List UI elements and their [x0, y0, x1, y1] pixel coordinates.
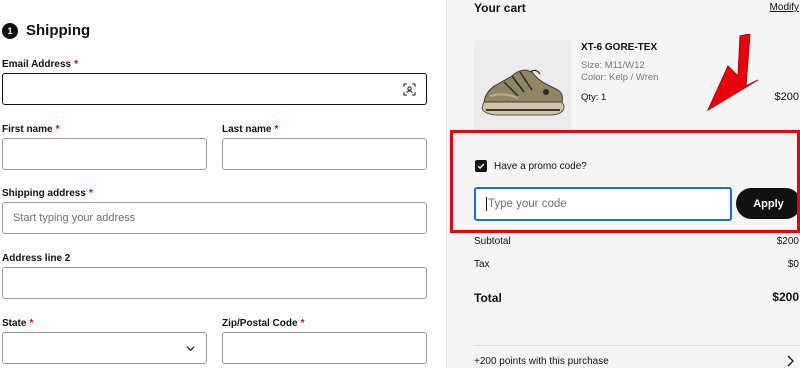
promo-code-input[interactable]: Type your code — [474, 187, 732, 221]
last-name-field[interactable] — [222, 138, 427, 170]
total-value: $200 — [772, 290, 799, 304]
state-select[interactable] — [2, 332, 207, 364]
promo-toggle[interactable]: Have a promo code? — [475, 160, 587, 172]
first-name-label: First name * — [2, 124, 60, 135]
modify-link[interactable]: Modify — [770, 2, 799, 13]
product-image — [474, 40, 571, 130]
product-price: $200 — [774, 91, 799, 103]
step-badge: 1 — [2, 22, 18, 39]
product-color: Color: Kelp / Wren — [581, 72, 659, 83]
shipping-panel: 1 Shipping Email Address * First name * La… — [0, 0, 446, 368]
zip-label: Zip/Postal Code * — [222, 318, 305, 329]
scan-icon[interactable] — [403, 83, 416, 96]
apply-button[interactable]: Apply — [736, 188, 800, 219]
section-title: Shipping — [26, 22, 91, 39]
zip-field[interactable] — [222, 332, 427, 364]
address-line2-field[interactable] — [2, 267, 427, 299]
email-field[interactable] — [2, 73, 427, 105]
first-name-field[interactable] — [2, 138, 207, 170]
cart-title: Your cart — [474, 1, 526, 15]
state-label: State * — [2, 318, 34, 329]
last-name-label: Last name * — [222, 124, 279, 135]
tax-label: Tax — [474, 259, 490, 270]
sneaker-icon — [481, 69, 565, 116]
points-text[interactable]: +200 points with this purchase — [474, 356, 609, 367]
promo-checkbox[interactable] — [475, 160, 487, 172]
chevron-down-icon — [186, 346, 195, 352]
shipping-address-label: Shipping address * — [2, 188, 93, 199]
subtotal-label: Subtotal — [474, 236, 511, 247]
shipping-address-placeholder: Start typing your address — [13, 212, 136, 224]
address-line2-label: Address line 2 — [2, 253, 71, 264]
total-label: Total — [474, 291, 502, 305]
cart-panel: Your cart Modify XT-6 GORE-TEX Size: M11… — [446, 0, 800, 368]
product-qty: Qty: 1 — [581, 92, 607, 103]
email-label: Email Address * — [2, 59, 79, 70]
checkmark-icon — [477, 163, 485, 170]
shipping-address-field[interactable]: Start typing your address — [2, 202, 427, 234]
subtotal-value: $200 — [776, 236, 799, 247]
shipping-header: 1 Shipping — [2, 22, 90, 39]
promo-code-placeholder: Type your code — [488, 198, 567, 210]
product-name: XT-6 GORE-TEX — [581, 42, 658, 53]
product-size: Size: M11/W12 — [581, 60, 645, 71]
chevron-right-icon[interactable] — [786, 355, 794, 367]
promo-checkbox-label: Have a promo code? — [494, 160, 587, 172]
text-caret — [486, 197, 487, 211]
tax-value: $0 — [787, 259, 799, 270]
divider — [474, 345, 800, 346]
